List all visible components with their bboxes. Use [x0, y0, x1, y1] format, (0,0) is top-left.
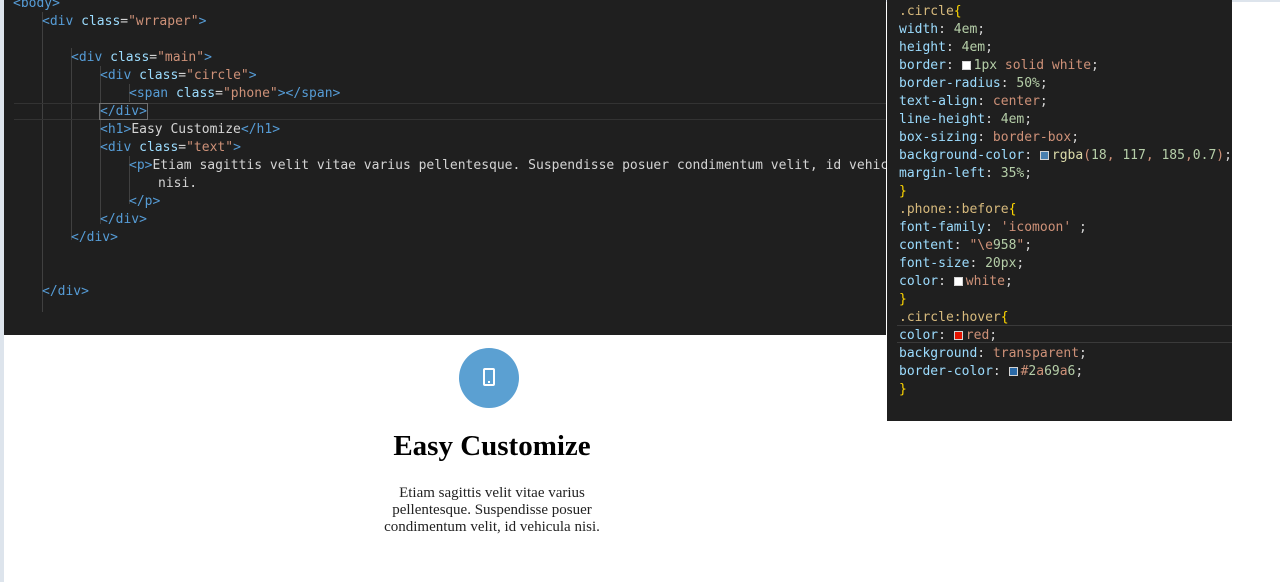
preview-paragraph: Etiam sagittis velit vitae varius pellen… [384, 485, 600, 535]
css-code-line[interactable]: border-radius: 50%; [899, 75, 1048, 93]
indent-guide [71, 48, 72, 240]
css-code-line[interactable]: color: red; [899, 327, 997, 345]
css-code-line[interactable]: } [899, 183, 907, 201]
code-line[interactable]: <div class="wrraper"> [42, 13, 206, 31]
code-line[interactable]: </div> [99, 103, 148, 121]
css-code-line[interactable]: .circle{ [899, 3, 962, 21]
css-code-line[interactable]: background: transparent; [899, 345, 1087, 363]
phone-icon [483, 368, 495, 386]
css-code-line[interactable]: font-size: 20px; [899, 255, 1024, 273]
css-code-line[interactable]: content: "\e958"; [899, 237, 1032, 255]
css-code-line[interactable]: border: 1px solid white; [899, 57, 1099, 75]
css-code-line[interactable]: background-color: rgba(18, 117, 185,0.7)… [899, 147, 1232, 165]
indent-guide [42, 12, 43, 312]
preview-circle[interactable] [459, 348, 519, 408]
css-code-line[interactable]: .circle:hover{ [899, 309, 1009, 327]
code-line[interactable]: </div> [71, 229, 118, 247]
code-line[interactable]: <div class="text"> [100, 139, 241, 157]
css-code-line[interactable]: color: white; [899, 273, 1013, 291]
code-line[interactable]: <p>Etiam sagittis velit vitae varius pel… [129, 157, 886, 175]
code-line[interactable]: </div> [100, 211, 147, 229]
css-code-line[interactable]: font-family: 'icomoon' ; [899, 219, 1087, 237]
html-code-editor[interactable]: <body> <div class="wrraper"> <div class=… [4, 0, 886, 335]
code-line[interactable]: <span class="phone"></span> [129, 85, 340, 103]
css-code-line[interactable]: height: 4em; [899, 39, 993, 57]
css-code-line[interactable]: border-color: #2a69a6; [899, 363, 1083, 381]
code-line[interactable]: <body> [13, 0, 60, 13]
css-code-line[interactable]: .phone::before{ [899, 201, 1016, 219]
preview-heading: Easy Customize [393, 430, 591, 462]
code-line[interactable]: </p> [129, 193, 160, 211]
code-line[interactable]: <h1>Easy Customize</h1> [100, 121, 280, 139]
css-code-line[interactable]: line-height: 4em; [899, 111, 1032, 129]
css-code-line[interactable]: box-sizing: border-box; [899, 129, 1079, 147]
code-line[interactable]: <div class="main"> [71, 49, 212, 67]
code-line[interactable]: <div class="circle"> [100, 67, 257, 85]
code-line[interactable]: nisi. [158, 175, 197, 193]
css-code-line[interactable]: } [899, 291, 907, 309]
css-code-line[interactable]: } [899, 381, 907, 399]
code-line[interactable]: </div> [42, 283, 89, 301]
css-code-line[interactable]: text-align: center; [899, 93, 1048, 111]
css-code-line[interactable]: margin-left: 35%; [899, 165, 1032, 183]
css-code-line[interactable]: width: 4em; [899, 21, 985, 39]
css-code-editor[interactable]: .circle{width: 4em; height: 4em; border: 1… [887, 0, 1232, 421]
